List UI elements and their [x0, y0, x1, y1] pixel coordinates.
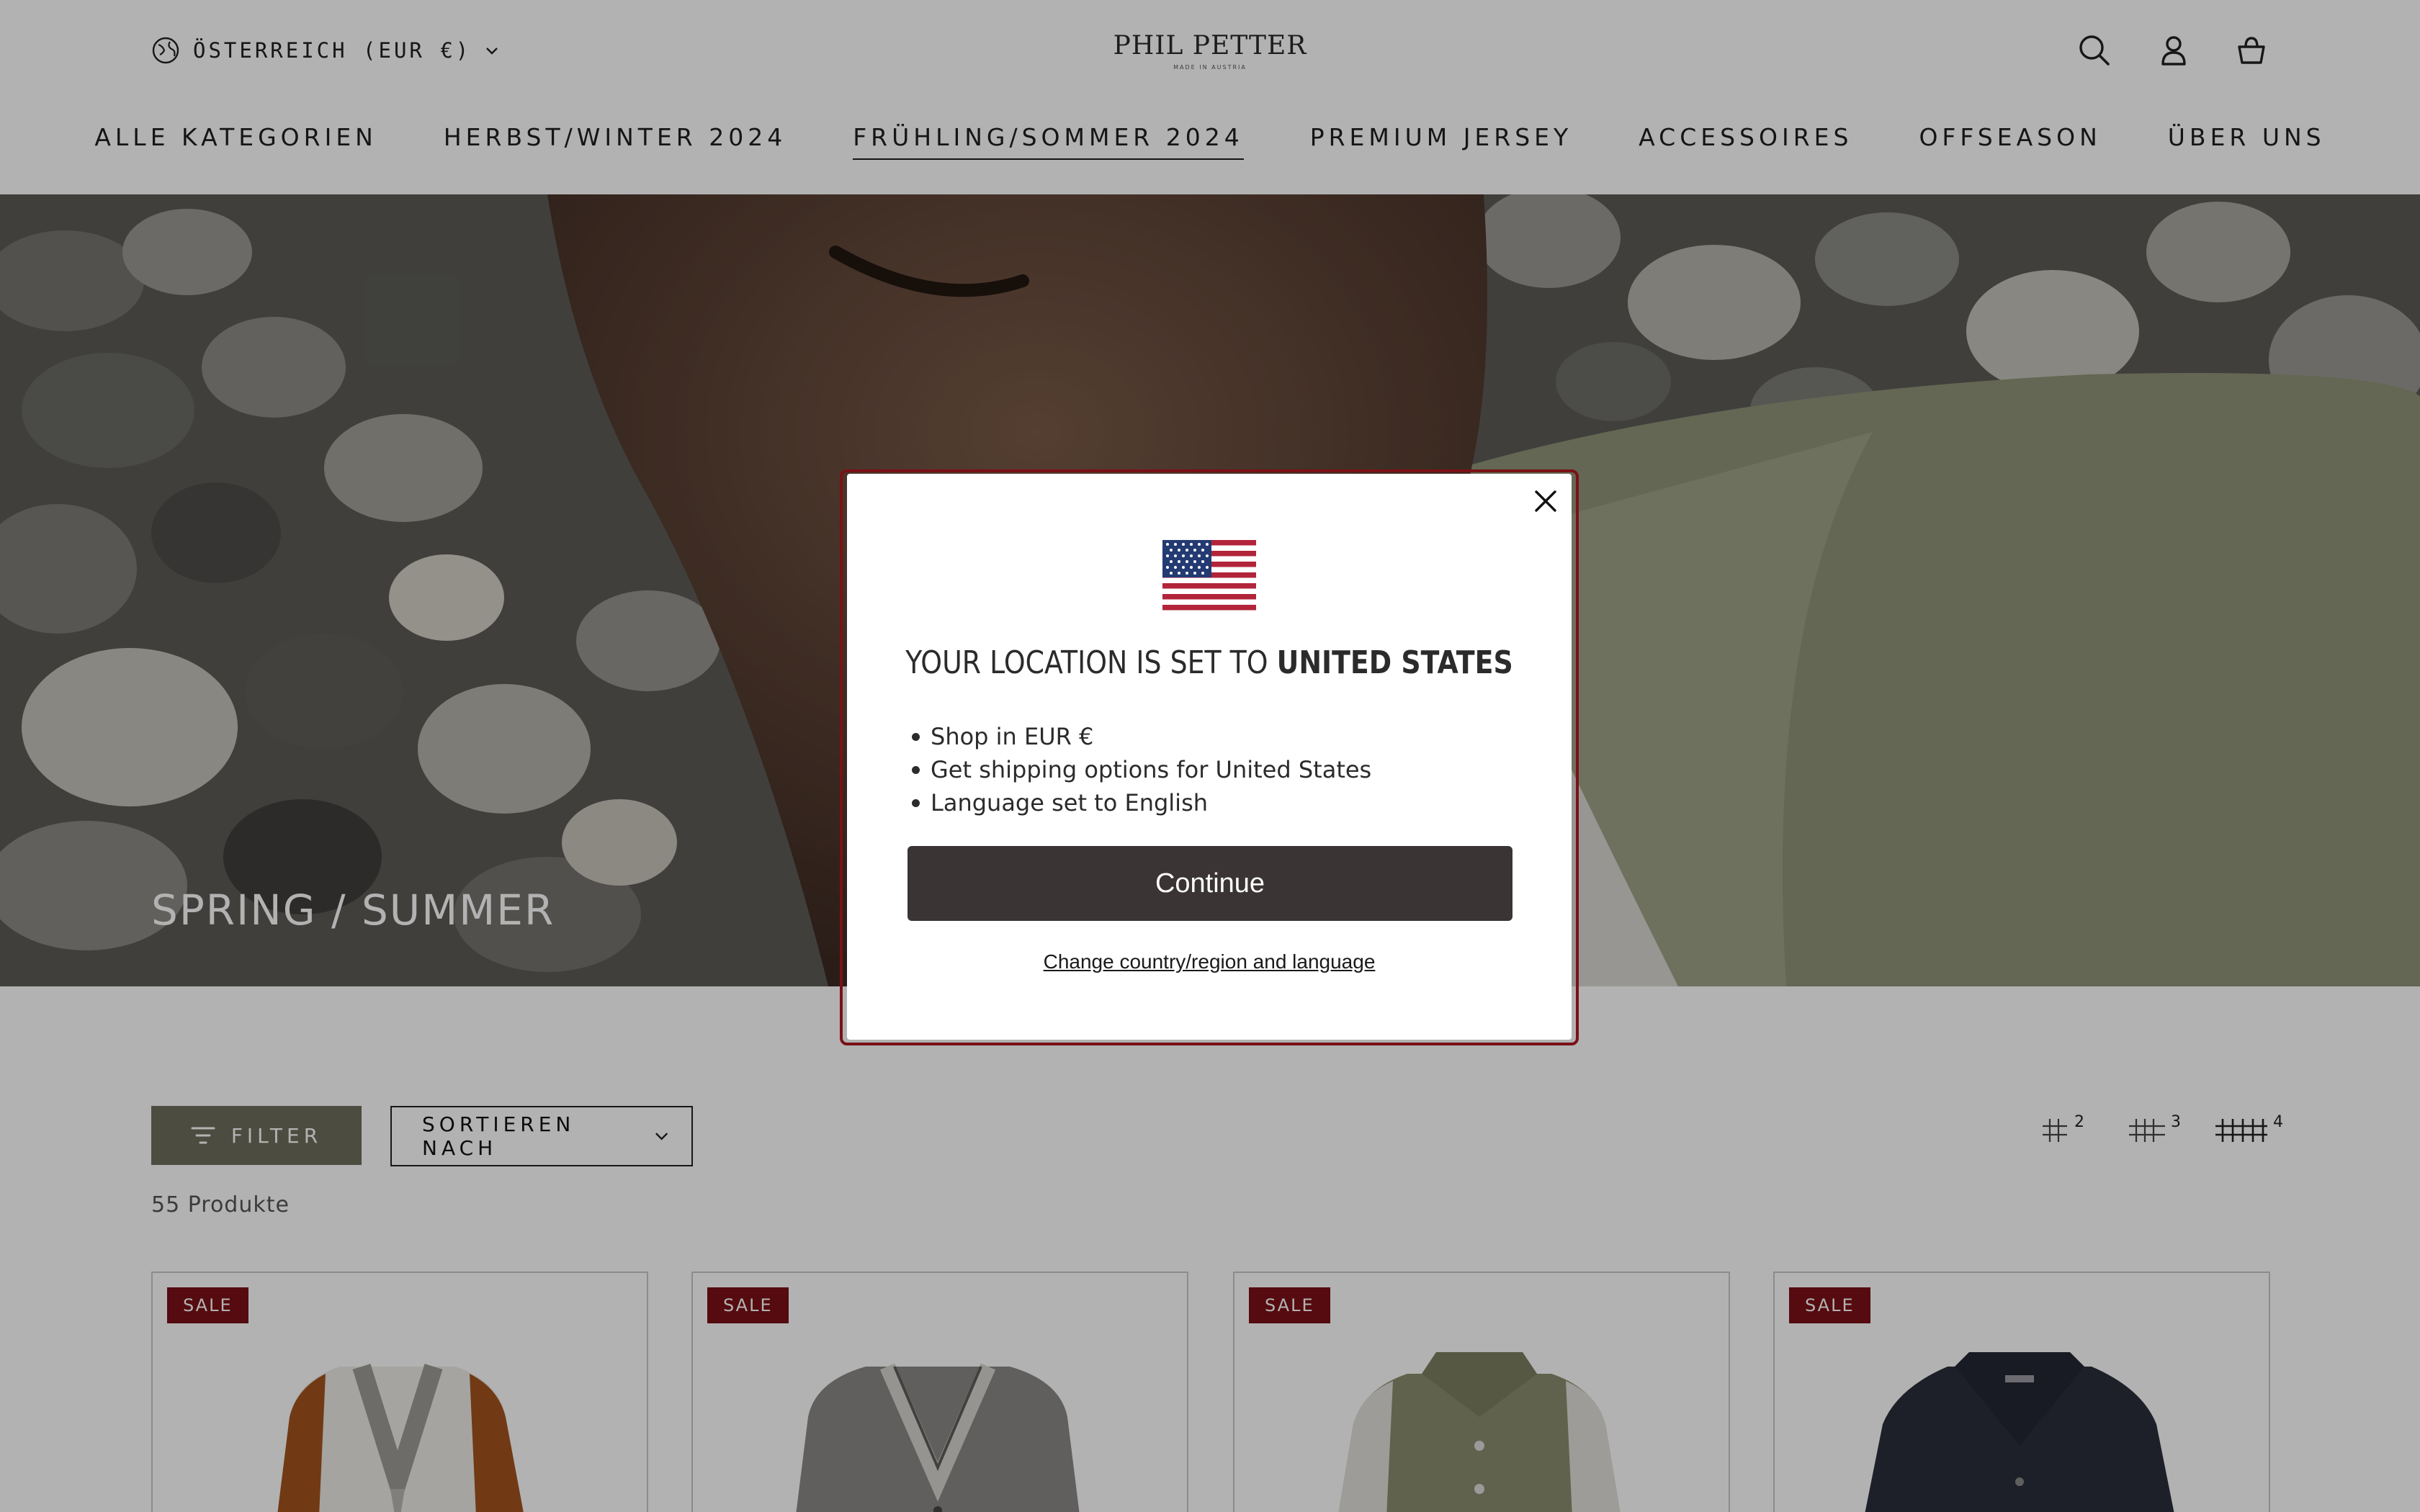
list-item: Shop in EUR €: [912, 720, 1507, 753]
us-flag-icon: [1162, 540, 1256, 611]
modal-title-country: UNITED STATES: [1276, 644, 1513, 681]
close-button[interactable]: [1528, 484, 1563, 518]
modal-title-prefix: YOUR LOCATION IS SET TO: [905, 644, 1277, 681]
change-country-link[interactable]: Change country/region and language: [847, 950, 1572, 973]
list-item: Language set to English: [912, 786, 1507, 819]
continue-button[interactable]: Continue: [908, 846, 1512, 921]
modal-benefits-list: Shop in EUR € Get shipping options for U…: [912, 720, 1507, 819]
close-icon: [1535, 490, 1556, 512]
modal-title: YOUR LOCATION IS SET TO UNITED STATES: [897, 644, 1520, 681]
list-item: Get shipping options for United States: [912, 753, 1507, 786]
